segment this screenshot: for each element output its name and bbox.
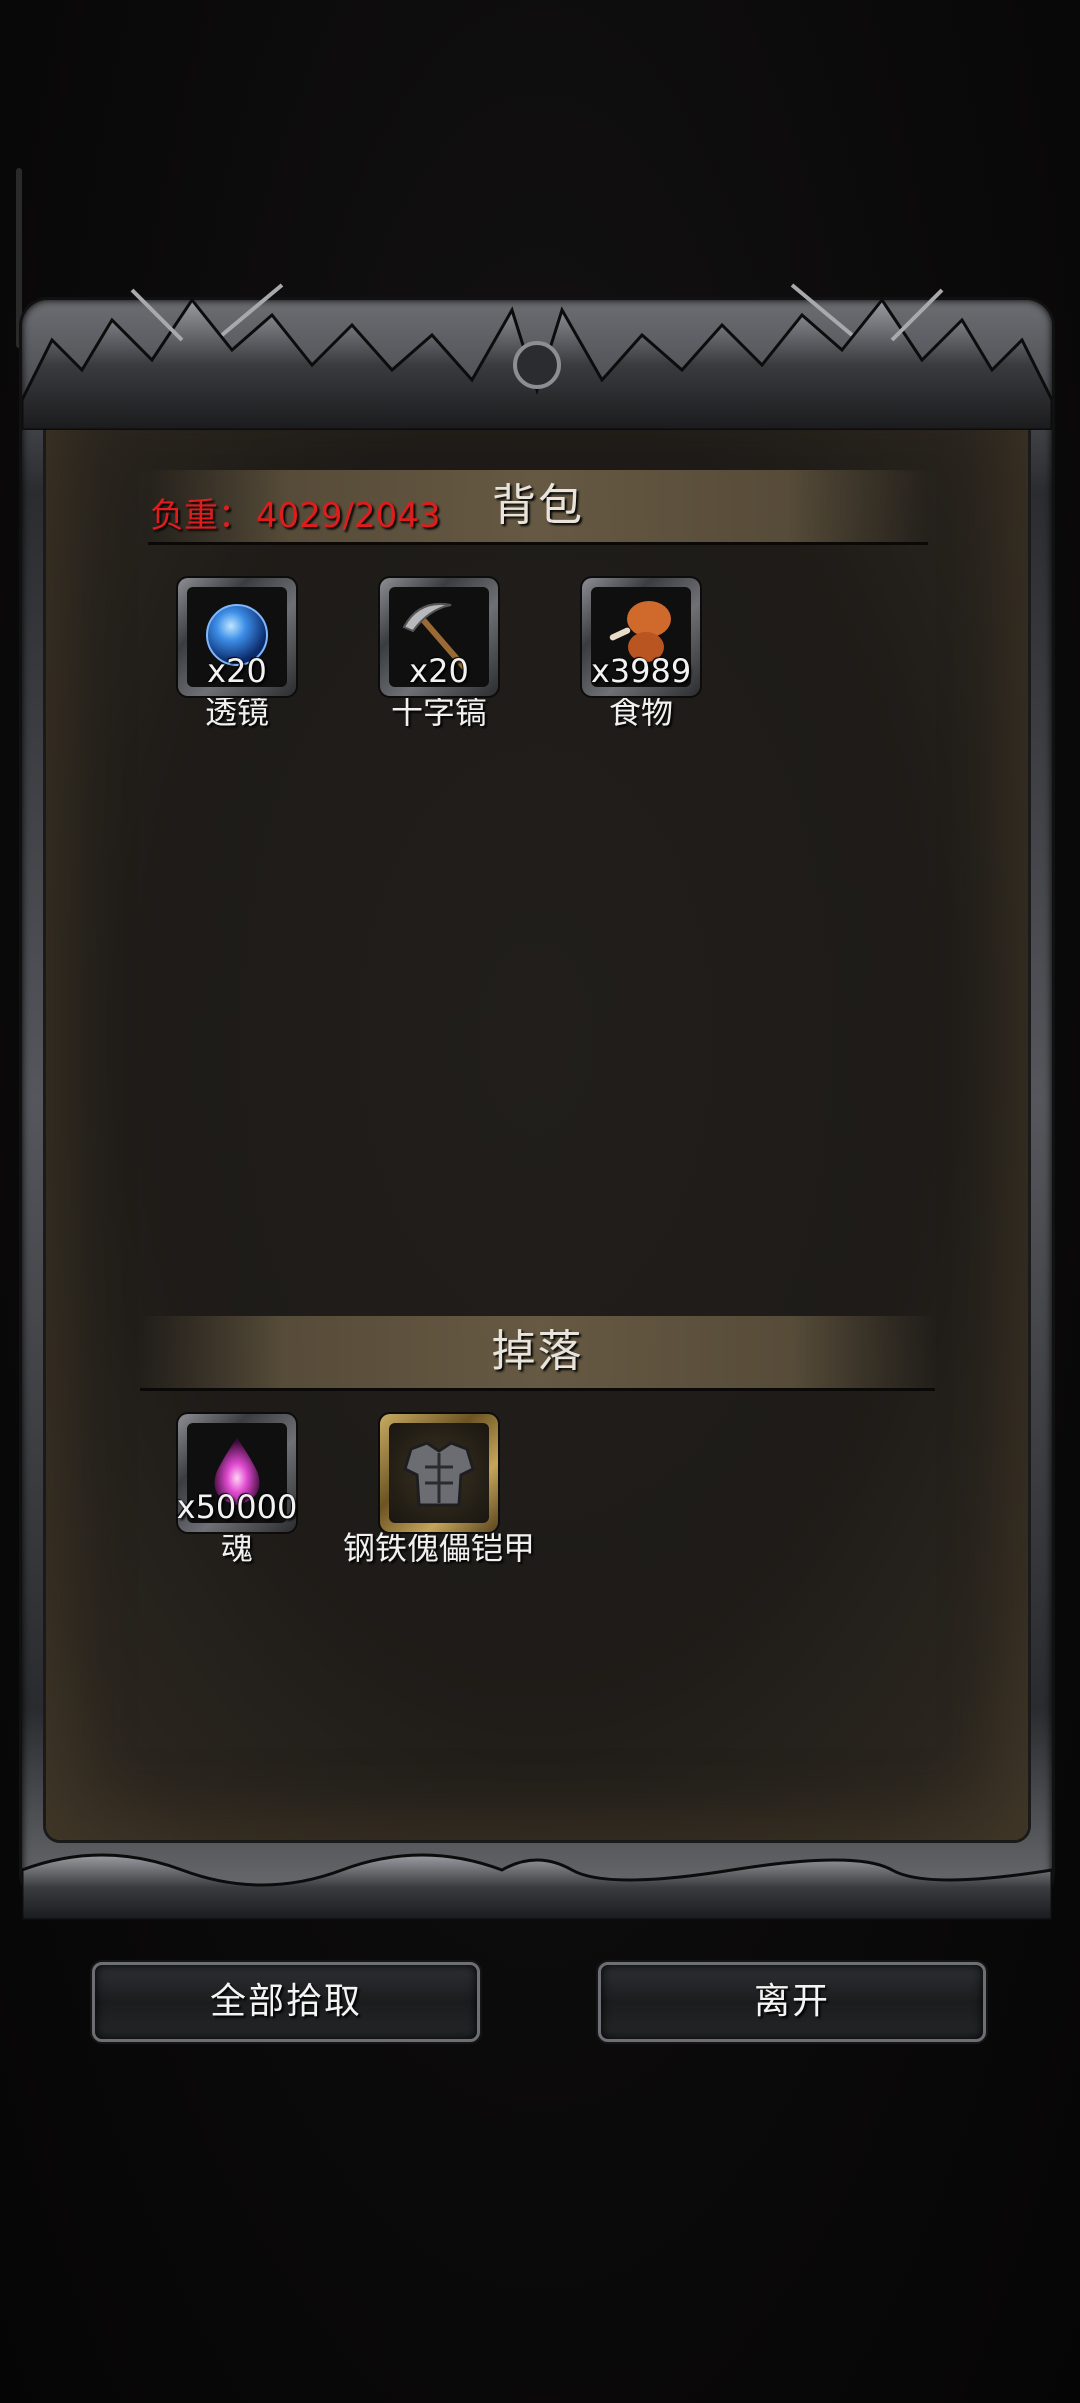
drop-item-soul[interactable]: x50000 魂 [137,1414,337,1568]
item-name: 食物 [608,693,673,731]
drops-title: 掉落 [491,1326,584,1377]
iron-armor-icon [403,1441,475,1507]
item-name: 钢铁傀儡铠甲 [342,1529,535,1567]
item-quantity: x50000 [176,1488,298,1526]
item-name: 透镜 [204,693,269,731]
item-slot: x20 [178,578,296,696]
item-slot-rare [380,1414,498,1532]
backpack-item-pickaxe[interactable]: x20 十字镐 [339,578,539,732]
frame-bottom-ornament [22,1853,1052,1920]
backpack-item-lens[interactable]: x20 透镜 [137,578,337,732]
pick-all-label: 全部拾取 [209,1981,362,2022]
drop-item-iron-golem-armor[interactable]: 钢铁傀儡铠甲 [339,1414,539,1568]
leave-button[interactable]: 离开 [592,1956,992,2048]
item-slot: x20 [380,578,498,696]
weight-label: 负重： [150,496,252,536]
drops-header-bar: 掉落 [140,1316,935,1391]
item-quantity: x20 [207,652,267,690]
item-quantity: x20 [409,652,469,690]
item-name: 十字镐 [390,693,487,731]
leave-label: 离开 [753,1981,830,2022]
item-slot: x50000 [177,1414,297,1532]
backpack-item-food[interactable]: x3989 食物 [541,578,741,732]
weight-value: 4029/2043 [256,496,441,536]
item-quantity: x3989 [590,652,692,690]
item-name: 魂 [220,1529,253,1567]
frame-crest-ornament [22,283,1052,430]
pick-all-button[interactable]: 全部拾取 [86,1956,486,2048]
item-slot: x3989 [582,578,700,696]
weight-indicator: 负重： 4029/2043 [150,488,441,537]
